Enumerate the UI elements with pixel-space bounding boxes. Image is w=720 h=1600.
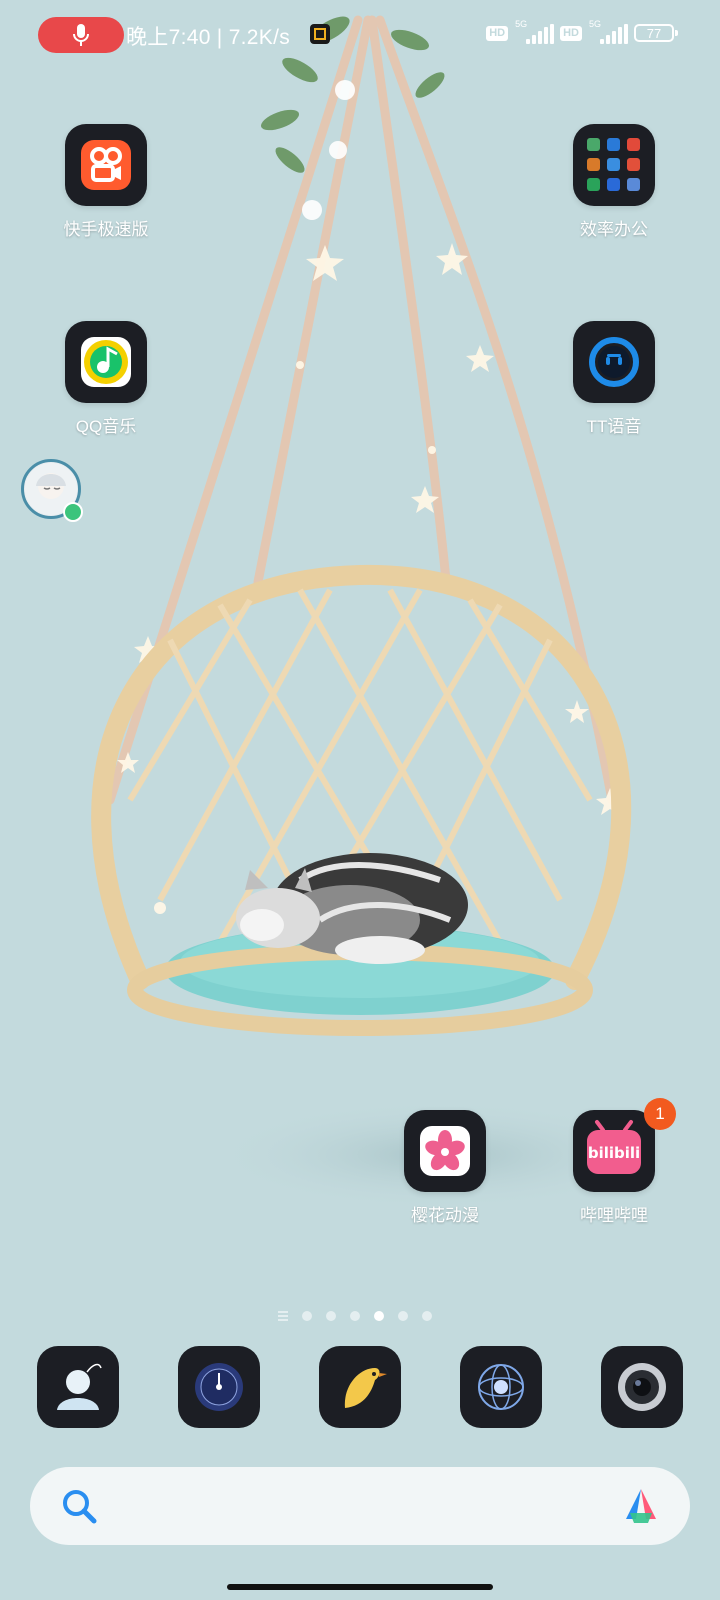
page-dot[interactable]	[398, 1311, 408, 1321]
qq-music-icon	[65, 321, 147, 403]
signal-icon: 5G	[588, 19, 628, 44]
app-label: 效率办公	[580, 220, 648, 239]
page-dot-active[interactable]	[374, 1311, 384, 1321]
orbit-app-icon	[478, 1364, 524, 1410]
app-sakura-anime[interactable]: 樱花动漫	[380, 1110, 510, 1226]
home-search-bar[interactable]	[30, 1467, 690, 1545]
app-label: 哔哩哔哩	[580, 1206, 648, 1225]
bird-app-icon	[344, 1368, 387, 1408]
home-indicator[interactable]	[227, 1584, 493, 1590]
tt-voice-icon	[573, 321, 655, 403]
folder-efficiency[interactable]: 效率办公	[549, 124, 679, 240]
app-bilibili[interactable]: 1 bilibili 哔哩哔哩	[549, 1098, 679, 1226]
app-label: 樱花动漫	[411, 1206, 479, 1225]
app-label: TT语音	[586, 417, 642, 436]
search-icon	[63, 1490, 97, 1524]
hd-icon: HD	[560, 25, 582, 41]
folder-icon	[573, 124, 655, 206]
signal-icon: 5G	[514, 19, 555, 44]
status-bar: 晚上7:40 | 7.2K/s HD 5G HD 5G 77	[0, 0, 720, 72]
dock-app-contacts[interactable]	[37, 1346, 119, 1428]
app-label: 快手极速版	[63, 220, 149, 239]
camera-icon	[618, 1363, 666, 1411]
dock-app-camera[interactable]	[601, 1346, 683, 1428]
dock-app-compass[interactable]	[178, 1346, 260, 1428]
contacts-icon	[57, 1363, 102, 1410]
bilibili-logo-text: bilibili	[588, 1144, 640, 1162]
recording-indicator-button[interactable]	[38, 17, 124, 53]
page-indicator[interactable]	[278, 1311, 432, 1321]
status-time-speed: 晚上7:40 | 7.2K/s	[126, 26, 291, 49]
app-qq-music[interactable]: QQ音乐	[41, 321, 171, 437]
bilibili-icon: bilibili	[573, 1110, 655, 1192]
app-kuaishou-lite[interactable]: 快手极速版	[41, 124, 171, 240]
page-list-icon[interactable]	[278, 1311, 288, 1321]
status-icons: HD 5G HD 5G 77	[486, 19, 678, 44]
sakura-anime-icon	[404, 1110, 486, 1192]
page-dot[interactable]	[302, 1311, 312, 1321]
dock-app-orbit[interactable]	[460, 1346, 542, 1428]
screen-record-icon	[310, 24, 330, 44]
mic-status-icon	[63, 502, 83, 522]
battery-icon: 77	[634, 24, 678, 42]
hd-icon: HD	[486, 25, 509, 41]
kuaishou-lite-icon	[65, 124, 147, 206]
assistant-icon[interactable]	[620, 1485, 662, 1527]
dock-app-bird[interactable]	[319, 1346, 401, 1428]
battery-level: 77	[646, 25, 662, 41]
microphone-icon	[73, 24, 89, 46]
app-label: QQ音乐	[75, 417, 137, 436]
page-dot[interactable]	[350, 1311, 360, 1321]
page-dot[interactable]	[326, 1311, 336, 1321]
page-dot[interactable]	[422, 1311, 432, 1321]
compass-icon	[195, 1363, 243, 1411]
notification-badge: 1	[644, 1098, 676, 1130]
app-tt-voice[interactable]: TT语音	[549, 321, 679, 437]
